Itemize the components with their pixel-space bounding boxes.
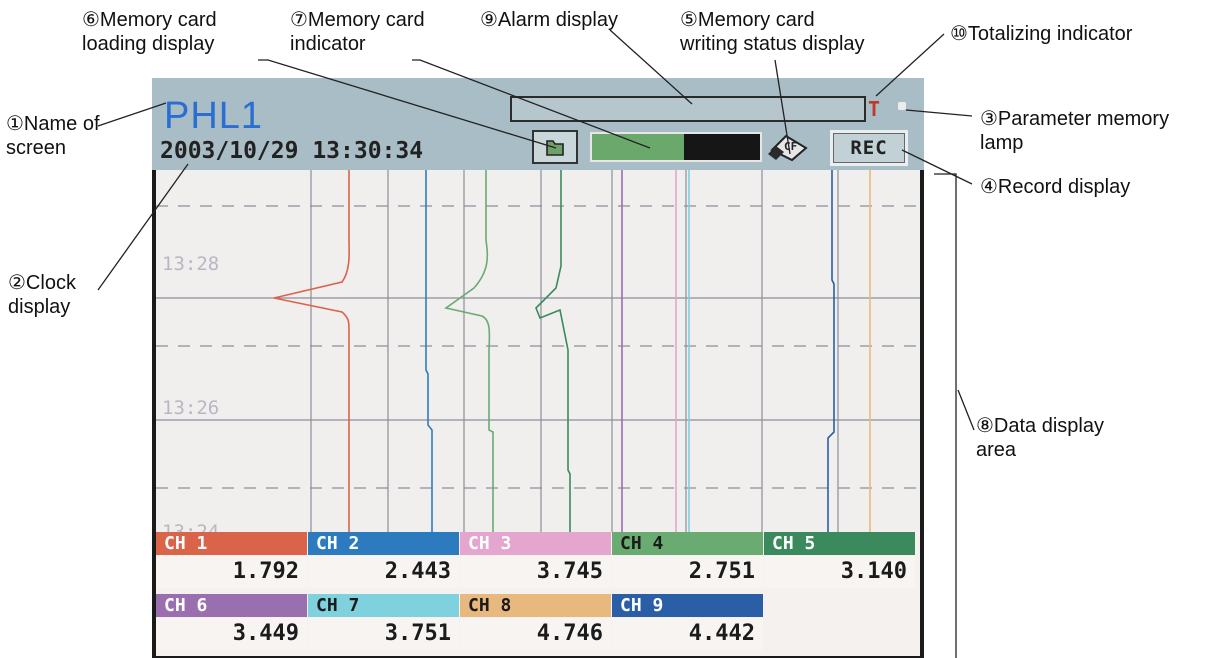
leader-line bbox=[609, 29, 693, 105]
leader-line bbox=[875, 33, 945, 97]
leader-line bbox=[97, 163, 189, 291]
leader-line bbox=[905, 109, 973, 117]
leader-line bbox=[412, 59, 651, 149]
leader-line bbox=[901, 149, 973, 185]
leader-line bbox=[97, 102, 167, 127]
leader-line bbox=[258, 59, 557, 149]
leader-line bbox=[774, 59, 791, 155]
leader-line bbox=[957, 389, 975, 431]
leader-lines bbox=[97, 29, 975, 658]
data-area-bracket bbox=[934, 173, 957, 658]
